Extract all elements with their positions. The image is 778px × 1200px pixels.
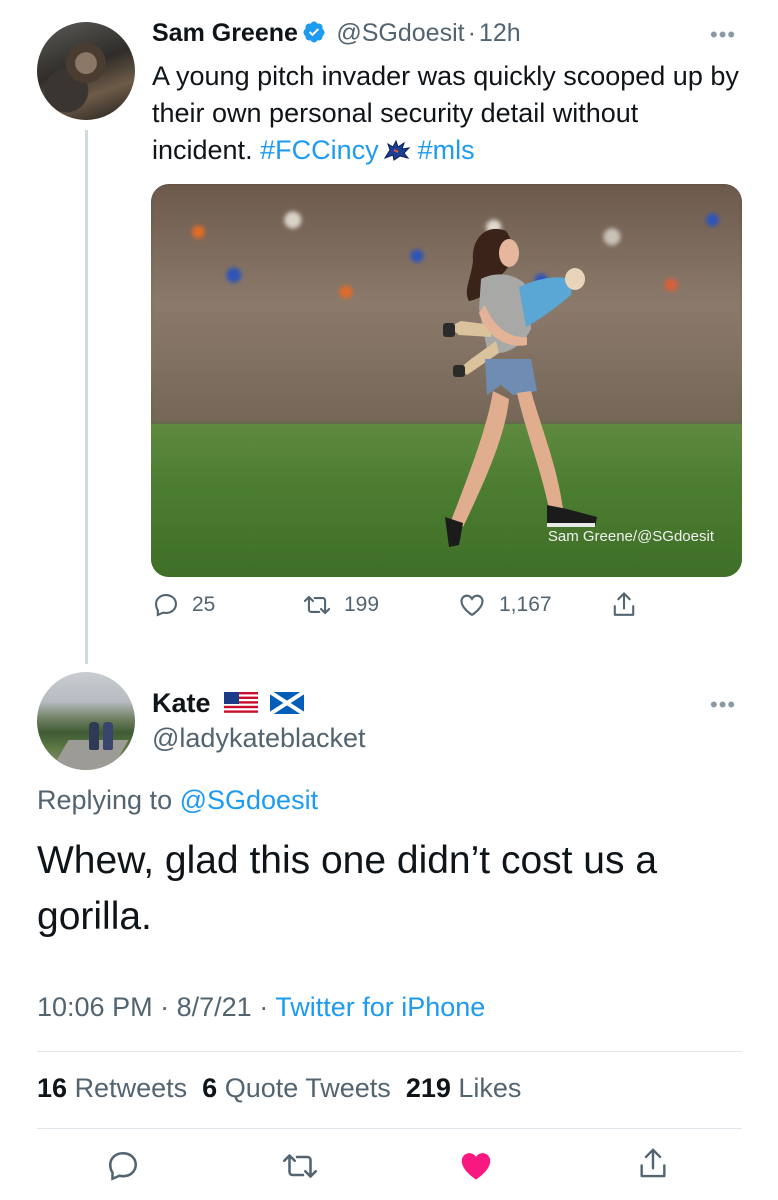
retweet-icon (282, 1154, 318, 1178)
replying-to-handle-link[interactable]: @SGdoesit (180, 785, 318, 815)
reply-icon (155, 594, 177, 617)
share-button[interactable] (610, 590, 638, 620)
like-heart-filled-icon (461, 1153, 491, 1180)
divider (37, 1051, 742, 1052)
reply-button[interactable]: 25 (152, 591, 215, 619)
retweet-button[interactable] (280, 1148, 320, 1189)
like-heart-icon (460, 594, 484, 617)
photo-watermark: Sam Greene/@SGdoesit (547, 528, 714, 545)
hashtag-link[interactable]: #FCCincy (260, 135, 379, 165)
likes-label: Likes (458, 1073, 522, 1103)
replying-to-line: Replying to @SGdoesit (37, 785, 318, 816)
tweet-text: A young pitch invader was quickly scoope… (152, 58, 742, 169)
reply-text: Whew, glad this one didn’t cost us a gor… (37, 839, 658, 938)
reply-author-name[interactable]: Kate (152, 688, 211, 718)
hashtag-link[interactable]: #mls (418, 135, 475, 165)
reply-button[interactable] (105, 1148, 141, 1189)
fc-cincinnati-lion-emoji-icon (383, 139, 411, 161)
verified-badge-icon (303, 21, 325, 43)
avatar-person (89, 722, 99, 750)
likes-count: 219 (405, 1073, 451, 1103)
reply-author-avatar[interactable] (37, 672, 135, 770)
tweet-date[interactable]: 8/7/21 (177, 992, 252, 1022)
tweet-timestamp: 10:06 PM · 8/7/21 · Twitter for iPhone (37, 992, 485, 1023)
share-icon (613, 592, 635, 616)
reply-icon (108, 1151, 138, 1181)
running-woman-carrying-child-figure (443, 228, 597, 547)
scotland-flag-emoji-icon (268, 690, 305, 716)
share-button[interactable] (636, 1145, 670, 1188)
tweet-header: Sam Greene @SGdoesit · 12h (152, 19, 521, 48)
retweets-count: 16 (37, 1073, 68, 1103)
meta-separator: · (467, 19, 476, 47)
quote-tweets-stat[interactable]: 6 Quote Tweets (202, 1073, 391, 1103)
retweets-stat[interactable]: 16 Retweets (37, 1073, 187, 1103)
retweet-button[interactable]: 199 (302, 591, 379, 619)
share-icon (640, 1148, 666, 1178)
quote-tweets-count: 6 (202, 1073, 218, 1103)
meta-separator: · (160, 992, 170, 1022)
retweet-count: 199 (344, 593, 380, 616)
tweet-photo[interactable]: Sam Greene/@SGdoesit (151, 184, 742, 577)
avatar-person (103, 722, 113, 750)
quote-tweets-label: Quote Tweets (224, 1073, 391, 1103)
tweet-time[interactable]: 10:06 PM (37, 992, 153, 1022)
likes-stat[interactable]: 219 Likes (406, 1073, 522, 1103)
meta-separator: · (259, 992, 269, 1022)
tweet-source-link[interactable]: Twitter for iPhone (275, 992, 485, 1022)
like-count: 1,167 (499, 593, 552, 616)
like-button-active[interactable] (457, 1148, 495, 1189)
retweet-icon (303, 595, 331, 615)
author-name[interactable]: Sam Greene (152, 19, 298, 47)
tweet-time[interactable]: 12h (479, 19, 521, 47)
more-options-icon[interactable]: ••• (710, 692, 736, 718)
engagement-stats: 16 Retweets 6 Quote Tweets 219 Likes (37, 1073, 521, 1104)
thread-connector-line (85, 130, 88, 664)
reply-author-name-row[interactable]: Kate (152, 688, 305, 719)
reply-author-handle[interactable]: @ladykateblacket (152, 723, 366, 754)
like-button[interactable]: 1,167 (457, 591, 552, 619)
us-flag-emoji-icon (224, 692, 259, 714)
more-options-icon[interactable]: ••• (710, 22, 736, 48)
divider (37, 1128, 742, 1129)
reply-count: 25 (192, 593, 216, 616)
avatar-road (45, 740, 129, 770)
author-handle[interactable]: @SGdoesit (336, 19, 464, 47)
author-avatar[interactable] (37, 22, 135, 120)
retweets-label: Retweets (74, 1073, 188, 1103)
replying-to-label: Replying to (37, 785, 173, 815)
